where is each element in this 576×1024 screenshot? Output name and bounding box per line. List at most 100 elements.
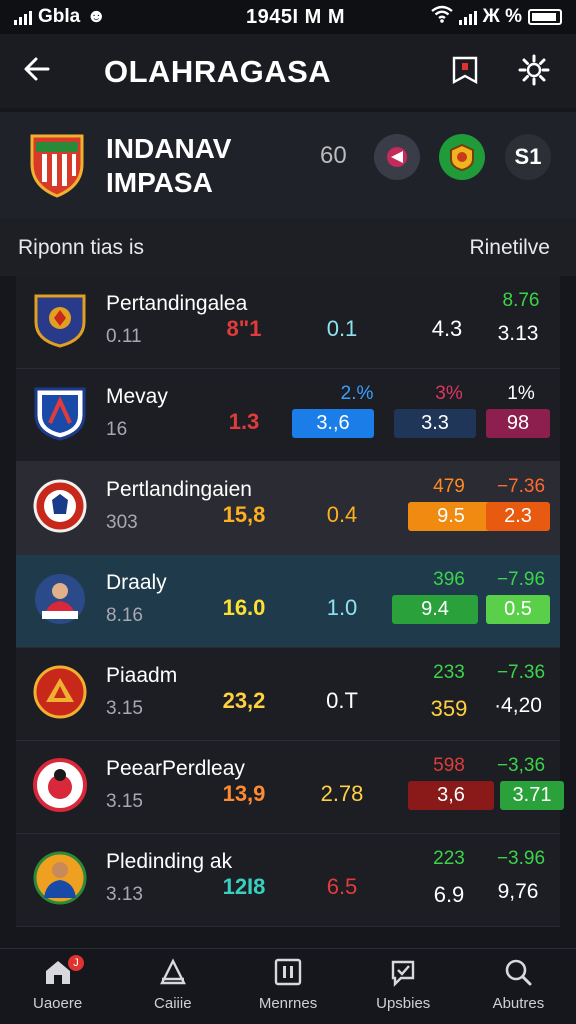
app-header: OLAHRAGASA (0, 34, 576, 108)
fan-icon[interactable] (374, 134, 420, 180)
row-top-b: −7.36 (496, 662, 546, 683)
row-top-a: 233 (433, 662, 465, 683)
club-round-icon (32, 478, 88, 534)
list-item[interactable]: PeearPerdleay 3.15 13,9 2.78 598 −3,36 3… (16, 741, 564, 834)
section-header: Riponn tias is Rinetilve (0, 218, 576, 276)
row-top-a: 479 (433, 476, 465, 497)
season-badge[interactable]: S1 (505, 134, 551, 180)
row-top-b: −7.96 (496, 569, 546, 590)
club-shield-icon (32, 292, 88, 348)
row-name: Piaadm (106, 664, 178, 687)
clock: 1945I M M (246, 6, 345, 28)
club-badge-icon[interactable] (439, 134, 485, 180)
row-value-2: 0.T (326, 688, 358, 713)
match-list: Pertandingalea 0.11 8"1 0.1 4.3 8.76 3.1… (16, 276, 564, 927)
list-item[interactable]: Mevay 16 1.3 2.% 3% 1% 3.,6 3.3 98 (16, 369, 560, 462)
row-value-1: 23,2 (222, 688, 266, 713)
odds-pill-2[interactable]: 3.3 (394, 409, 476, 438)
player-avatar-icon (32, 850, 88, 906)
page-title: OLAHRAGASA (104, 54, 332, 89)
face-icon: ☻ (86, 6, 107, 27)
row-sub: 16 (106, 419, 128, 440)
team-name-line1: INDANAV (106, 133, 232, 164)
row-sub: 0.11 (106, 326, 142, 347)
row-sub: 303 (106, 512, 138, 533)
nav-item-search[interactable]: Abutres (461, 949, 576, 1024)
odds-pill-3[interactable]: 2.3 (486, 502, 550, 531)
odds-pill-2[interactable]: 9.4 (392, 595, 478, 624)
list-item[interactable]: Piaadm 3.15 23,2 0.T 233 −7.36 359 ·4,20 (16, 648, 560, 741)
wifi-icon (430, 5, 453, 29)
row-top-b: −7.36 (496, 476, 546, 497)
row-value-2: 0.4 (326, 502, 358, 527)
odds-pill-3[interactable]: 3.71 (500, 781, 564, 810)
row-top-a: 396 (433, 569, 465, 590)
list-item[interactable]: Pledinding ak 3.13 12I8 6.5 223 −3.96 6.… (16, 834, 560, 927)
row-value-3: 6.9 (433, 882, 465, 907)
status-right-text: Ж % (482, 6, 522, 27)
player-avatar-icon (32, 571, 88, 627)
pause-box-icon (273, 957, 303, 987)
row-name: Pledinding ak (106, 850, 233, 873)
search-icon (503, 957, 533, 987)
row-top-a2: 3% (435, 383, 463, 404)
row-value-1: 16.0 (222, 595, 266, 620)
odds-pill-3[interactable]: 0.5 (486, 595, 550, 624)
row-bot-b: 3.13 (497, 322, 539, 345)
row-top-a: 223 (433, 848, 465, 869)
row-value-2: 2.78 (320, 781, 364, 806)
carrier-label: Gbla (38, 6, 81, 27)
odds-pill-2[interactable]: 9.5 (408, 502, 494, 531)
team-name-line2: IMPASA (106, 167, 213, 198)
row-top-b: 1% (507, 383, 535, 404)
nav-label: Abutres (492, 995, 545, 1012)
row-value-2: 6.5 (326, 874, 358, 899)
row-value-3: 4.3 (431, 316, 463, 341)
row-name: Mevay (106, 385, 168, 408)
nav-label: Caiiie (154, 995, 192, 1012)
row-value-1: 13,9 (222, 781, 266, 806)
row-sub: 8.16 (106, 605, 143, 626)
team-crest-icon (28, 130, 86, 198)
odds-pill-3[interactable]: 98 (486, 409, 550, 438)
row-top-b: −3,36 (496, 755, 546, 776)
row-value-1: 12I8 (222, 874, 266, 899)
row-name: Pertandingalea (106, 292, 248, 315)
team-score: 60 (320, 142, 347, 169)
odds-pill-1[interactable]: 3.,6 (292, 409, 374, 438)
section-title: Riponn tias is (18, 236, 145, 259)
chat-icon (388, 957, 418, 987)
row-name: PeearPerdleay (106, 757, 245, 780)
row-value-1: 8"1 (226, 316, 262, 341)
row-bot-b: 9,76 (497, 880, 539, 903)
battery-icon (528, 9, 562, 25)
section-filter[interactable]: Rinetilve (469, 236, 550, 260)
row-top-b: −3.96 (496, 848, 546, 869)
list-item[interactable]: Pertandingalea 0.11 8"1 0.1 4.3 8.76 3.1… (16, 276, 560, 369)
club-round-icon (32, 757, 88, 813)
row-sub: 3.15 (106, 698, 143, 719)
gear-icon[interactable] (518, 54, 550, 86)
nav-item-updates[interactable]: Upsbies (346, 949, 461, 1024)
row-bot-b: ·4,20 (494, 694, 542, 717)
row-value-2: 1.0 (326, 595, 358, 620)
bottom-nav: J Uaoere Caiiie Menrnes Upsbies Abutres (0, 948, 576, 1024)
nav-item-matches[interactable]: Menrnes (230, 949, 345, 1024)
row-value-3: 359 (430, 696, 468, 721)
odds-pill-2[interactable]: 3,6 (408, 781, 494, 810)
club-round-icon (32, 664, 88, 720)
nav-item-home[interactable]: J Uaoere (0, 949, 115, 1024)
row-sub: 3.13 (106, 884, 143, 905)
team-banner: INDANAV IMPASA 60 S1 (0, 112, 576, 218)
list-item[interactable]: Pertlandingaien 303 15,8 0.4 479 −7.36 9… (16, 462, 560, 555)
row-top-b: 8.76 (502, 290, 540, 311)
club-shield-icon (32, 385, 88, 441)
notification-badge: J (68, 955, 84, 971)
back-arrow-icon[interactable] (22, 54, 56, 88)
nav-item-games[interactable]: Caiiie (115, 949, 230, 1024)
row-value-1: 1.3 (228, 409, 260, 434)
team-name: INDANAV IMPASA (106, 132, 231, 200)
list-item[interactable]: Draaly 8.16 16.0 1.0 396 −7.96 9.4 0.5 (16, 555, 560, 648)
bookmark-icon[interactable] (450, 54, 482, 86)
signal-icon (14, 9, 32, 25)
